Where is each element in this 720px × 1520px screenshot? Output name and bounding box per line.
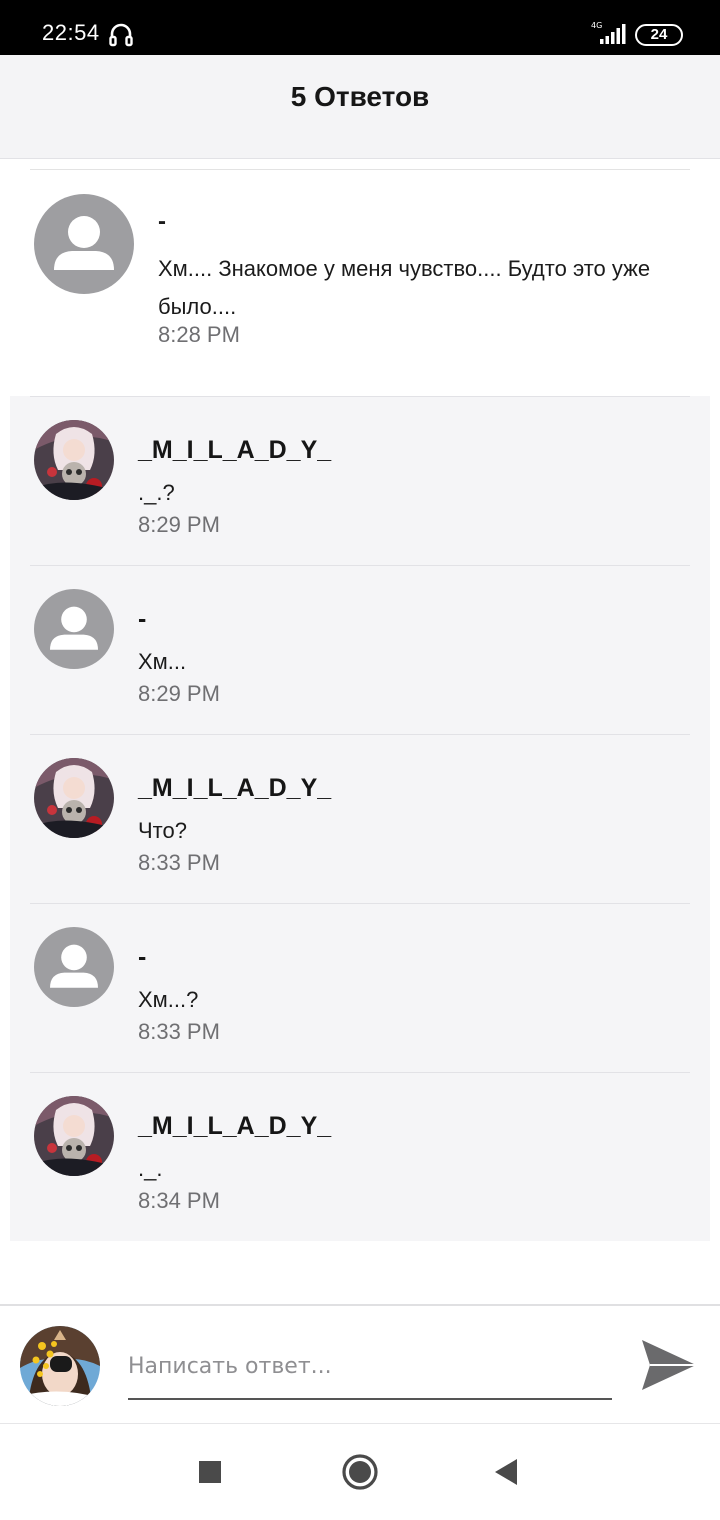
reply-time: 8:34 PM	[138, 1188, 220, 1213]
reply-item: - Хм...? 8:33 PM	[10, 903, 710, 1072]
reply-time: 8:29 PM	[138, 512, 220, 537]
comment-time: 8:28 PM	[158, 322, 240, 347]
home-icon[interactable]	[335, 1447, 385, 1497]
send-icon[interactable]	[640, 1338, 698, 1392]
reply-text: ._.	[138, 1156, 163, 1181]
page-title: 5 Ответов	[290, 81, 430, 112]
comment-text: Хм.... Знакомое у меня чувство.... Будто…	[158, 256, 651, 319]
reply-composer	[0, 1304, 720, 1424]
reply-item: _M_I_L_A_D_Y_ ._. 8:34 PM	[10, 1072, 710, 1241]
comment-author[interactable]: -	[158, 208, 166, 236]
reply-time: 8:33 PM	[138, 850, 220, 875]
reply-time: 8:33 PM	[138, 1019, 220, 1044]
network-label: 4G	[591, 21, 602, 30]
status-time: 22:54	[42, 20, 100, 45]
default-avatar-icon[interactable]	[34, 194, 134, 294]
divider	[30, 396, 690, 397]
reply-text: Хм...	[138, 649, 187, 674]
reply-time: 8:29 PM	[138, 681, 220, 706]
replies-list: _M_I_L_A_D_Y_ ._.? 8:29 PM - Хм... 8:29 …	[10, 396, 710, 1241]
milady-avatar[interactable]	[34, 758, 114, 838]
reply-item: _M_I_L_A_D_Y_ ._.? 8:29 PM	[10, 396, 710, 565]
reply-author[interactable]: -	[138, 605, 146, 634]
back-icon[interactable]	[482, 1447, 532, 1497]
reply-item: - Хм... 8:29 PM	[10, 565, 710, 734]
signal-icon: 4G	[591, 21, 626, 44]
milady-avatar[interactable]	[34, 420, 114, 500]
reply-author[interactable]: _M_I_L_A_D_Y_	[138, 1112, 331, 1141]
reply-item: _M_I_L_A_D_Y_ Что? 8:33 PM	[10, 734, 710, 903]
headset-icon	[109, 23, 133, 47]
recents-icon[interactable]	[185, 1447, 235, 1497]
reply-text: Хм...?	[138, 987, 199, 1012]
navigation-bar	[0, 1425, 720, 1520]
status-bar: 22:54 4G 24	[0, 0, 720, 55]
battery-icon: 24	[635, 24, 683, 46]
milady-avatar[interactable]	[34, 1096, 114, 1176]
divider	[30, 903, 690, 904]
divider	[30, 734, 690, 735]
reply-text: ._.?	[138, 480, 175, 505]
user-avatar[interactable]	[20, 1326, 100, 1406]
reply-author[interactable]: _M_I_L_A_D_Y_	[138, 774, 331, 803]
reply-author[interactable]: -	[138, 943, 146, 972]
header: 5 Ответов	[0, 55, 720, 159]
reply-text: Что?	[138, 818, 187, 843]
divider	[30, 565, 690, 566]
root-comment: - Хм.... Знакомое у меня чувство.... Буд…	[0, 170, 720, 396]
default-avatar-icon[interactable]	[34, 589, 114, 669]
reply-author[interactable]: _M_I_L_A_D_Y_	[138, 436, 331, 465]
default-avatar-icon[interactable]	[34, 927, 114, 1007]
reply-input[interactable]	[128, 1342, 612, 1400]
divider	[30, 1072, 690, 1073]
